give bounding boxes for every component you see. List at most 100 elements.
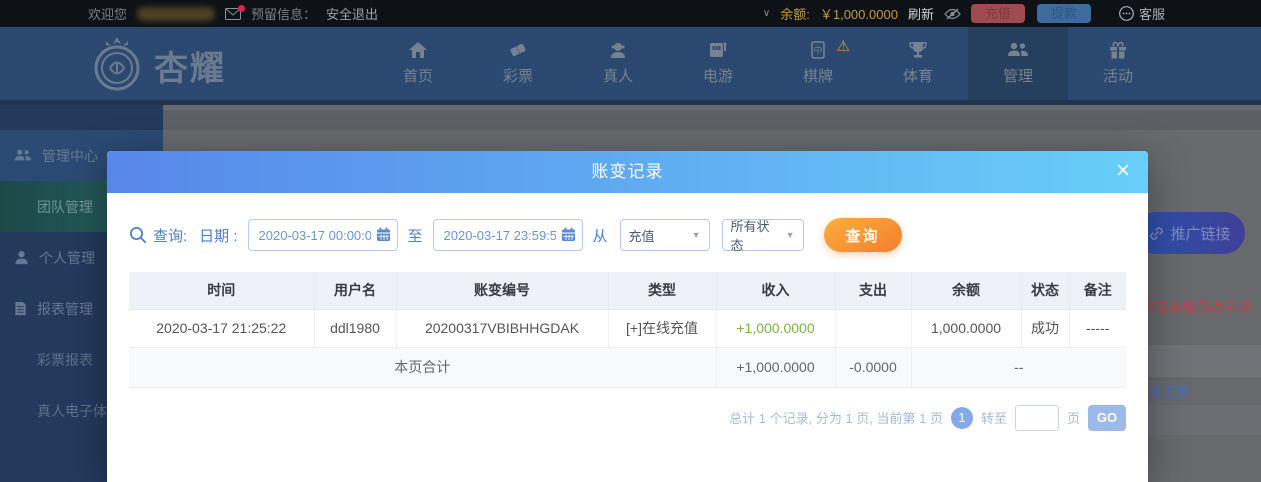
search-icon [130,227,147,244]
close-icon[interactable]: × [1112,151,1134,193]
nav-item-activity[interactable]: 活动 [1068,27,1168,100]
svg-text:中: 中 [813,45,822,56]
service-label: 客服 [1138,7,1165,22]
nav-label: 首页 [402,68,433,85]
cell-income: +1,000.0000 [716,309,836,348]
ticket-icon [510,43,526,57]
site-logo[interactable]: 杏耀 [88,35,226,95]
chevron-down-icon: ▼ [785,230,795,240]
link-icon [1150,226,1164,240]
sidebar-item-label: 报表管理 [37,300,93,317]
nav-item-egames[interactable]: 电游 [668,27,768,100]
page-1-button[interactable]: 1 [950,406,973,429]
welcome-label: 欢迎您 [88,7,128,22]
customer-service-link[interactable]: 客服 [1119,4,1165,23]
nav-label: 彩票 [502,68,533,85]
account-change-table: 时间 用户名 账变编号 类型 收入 支出 余额 状态 备注 2020-03-17… [129,272,1126,388]
report-icon [15,301,26,316]
nav-item-home[interactable]: 首页 [368,27,468,100]
withdraw-button[interactable]: 提款 [1036,4,1091,23]
summary-label: 本页合计 [129,347,717,388]
gift-icon [1110,41,1126,59]
eye-slash-icon[interactable] [944,7,961,20]
col-change-no[interactable]: 账变编号 [396,272,609,310]
col-expense[interactable]: 支出 [835,272,912,310]
notification-dot [238,4,246,12]
balance-value: ￥1,000.0000 [819,7,898,22]
chevron-down-icon: ▼ [691,230,701,240]
pagination-info: 总计 1 个记录, 分为 1 页, 当前第 1 页 [729,411,943,426]
modal-header: 账变记录 × [107,151,1148,193]
query-label: 查询: [153,227,188,245]
status-select[interactable]: 所有状态 ▼ [721,219,804,253]
summary-expense: -0.0000 [835,347,912,388]
users-icon [1008,42,1028,56]
promo-link-label: 推广链接 [1170,225,1231,243]
status-select-value: 所有状态 [730,219,770,253]
date-to-field [432,219,583,251]
logout-link[interactable]: 安全退出 [326,4,378,23]
warning-triangle-icon: ⚠ [836,38,850,55]
goto-label: 转至 [980,411,1007,426]
date-label: 日期 : [199,227,238,245]
nav-item-lottery[interactable]: 彩票 [468,27,568,100]
calendar-icon [561,227,575,241]
col-income[interactable]: 收入 [716,272,836,310]
pagination: 总计 1 个记录, 分为 1 页, 当前第 1 页 1 转至 页 GO [129,404,1126,431]
sort-hint-text: 点击标题修改排序 [1141,299,1253,315]
cell-username: ddl1980 [314,309,397,348]
modal-body: 查询: 日期 : 至 从 充值 ▼ 所有状态 ▼ [107,218,1148,431]
chevron-down-icon[interactable]: ∨ [763,8,770,19]
search-filter-row: 查询: 日期 : 至 从 充值 ▼ 所有状态 ▼ [129,218,1126,253]
promo-link-button[interactable]: 推广链接 [1135,212,1245,254]
nav-item-boardgames[interactable]: ⚠ 中 棋牌 [768,27,868,100]
sidebar-item-label: 个人管理 [39,249,95,266]
account-change-link-partial[interactable]: 变记录 [1148,382,1190,402]
from-label: 从 [592,227,608,245]
cell-change-no: 20200317VBIBHHGDAK [396,309,609,348]
blurred-username [137,6,216,21]
to-label: 至 [407,227,423,245]
nav-item-sports[interactable]: 体育 [868,27,968,100]
go-button[interactable]: GO [1088,404,1126,431]
sidebar-item-label: 团队管理 [37,198,93,215]
col-type[interactable]: 类型 [608,272,717,310]
refresh-link[interactable]: 刷新 [908,4,934,23]
cell-status: 成功 [1021,309,1070,348]
user-icon [15,251,28,265]
app-root: 欢迎您 预留信息： 安全退出 ∨ 余额: ￥1,000.0000 刷新 充值 提… [0,0,1261,482]
account-change-modal: 账变记录 × 查询: 日期 : 至 从 充值 [107,151,1148,482]
cell-expense [835,309,912,348]
table-row: 2020-03-17 21:25:22 ddl1980 20200317VBIB… [129,309,1126,348]
background-toolbar [163,110,1261,130]
date-from-field [247,219,398,251]
cell-remark: ----- [1069,309,1126,348]
main-nav: 杏耀 首页 彩票 真人 电游 ⚠ 中 棋牌 体育 管理 活动 [0,27,1261,105]
logo-emblem-icon [94,37,140,91]
nav-label: 活动 [1102,68,1133,85]
goto-page-input[interactable] [1014,404,1059,431]
nav-label: 电游 [702,68,733,85]
col-balance[interactable]: 余额 [911,272,1022,310]
nav-item-manage[interactable]: 管理 [968,27,1068,100]
cell-time: 2020-03-17 21:25:22 [129,309,315,348]
col-username[interactable]: 用户名 [314,272,397,310]
col-status[interactable]: 状态 [1021,272,1070,310]
home-icon [409,42,427,58]
nav-item-live[interactable]: 真人 [568,27,668,100]
topbar-right: ∨ 余额: ￥1,000.0000 刷新 充值 提款 客服 [763,4,1261,23]
balance-label: 余额: [780,7,810,22]
chat-icon [1119,6,1134,21]
nav-label: 真人 [602,68,633,85]
mahjong-tile-icon: 中 [811,41,825,59]
search-button[interactable]: 查询 [823,218,902,252]
col-remark[interactable]: 备注 [1069,272,1126,310]
col-time[interactable]: 时间 [129,272,315,310]
reserved-info-label: 预留信息： [251,7,317,22]
users-icon [14,149,32,161]
modal-title: 账变记录 [591,162,664,181]
type-select[interactable]: 充值 ▼ [619,219,710,251]
message-icon[interactable] [225,4,246,20]
live-person-icon [611,43,625,58]
recharge-button[interactable]: 充值 [970,4,1025,23]
